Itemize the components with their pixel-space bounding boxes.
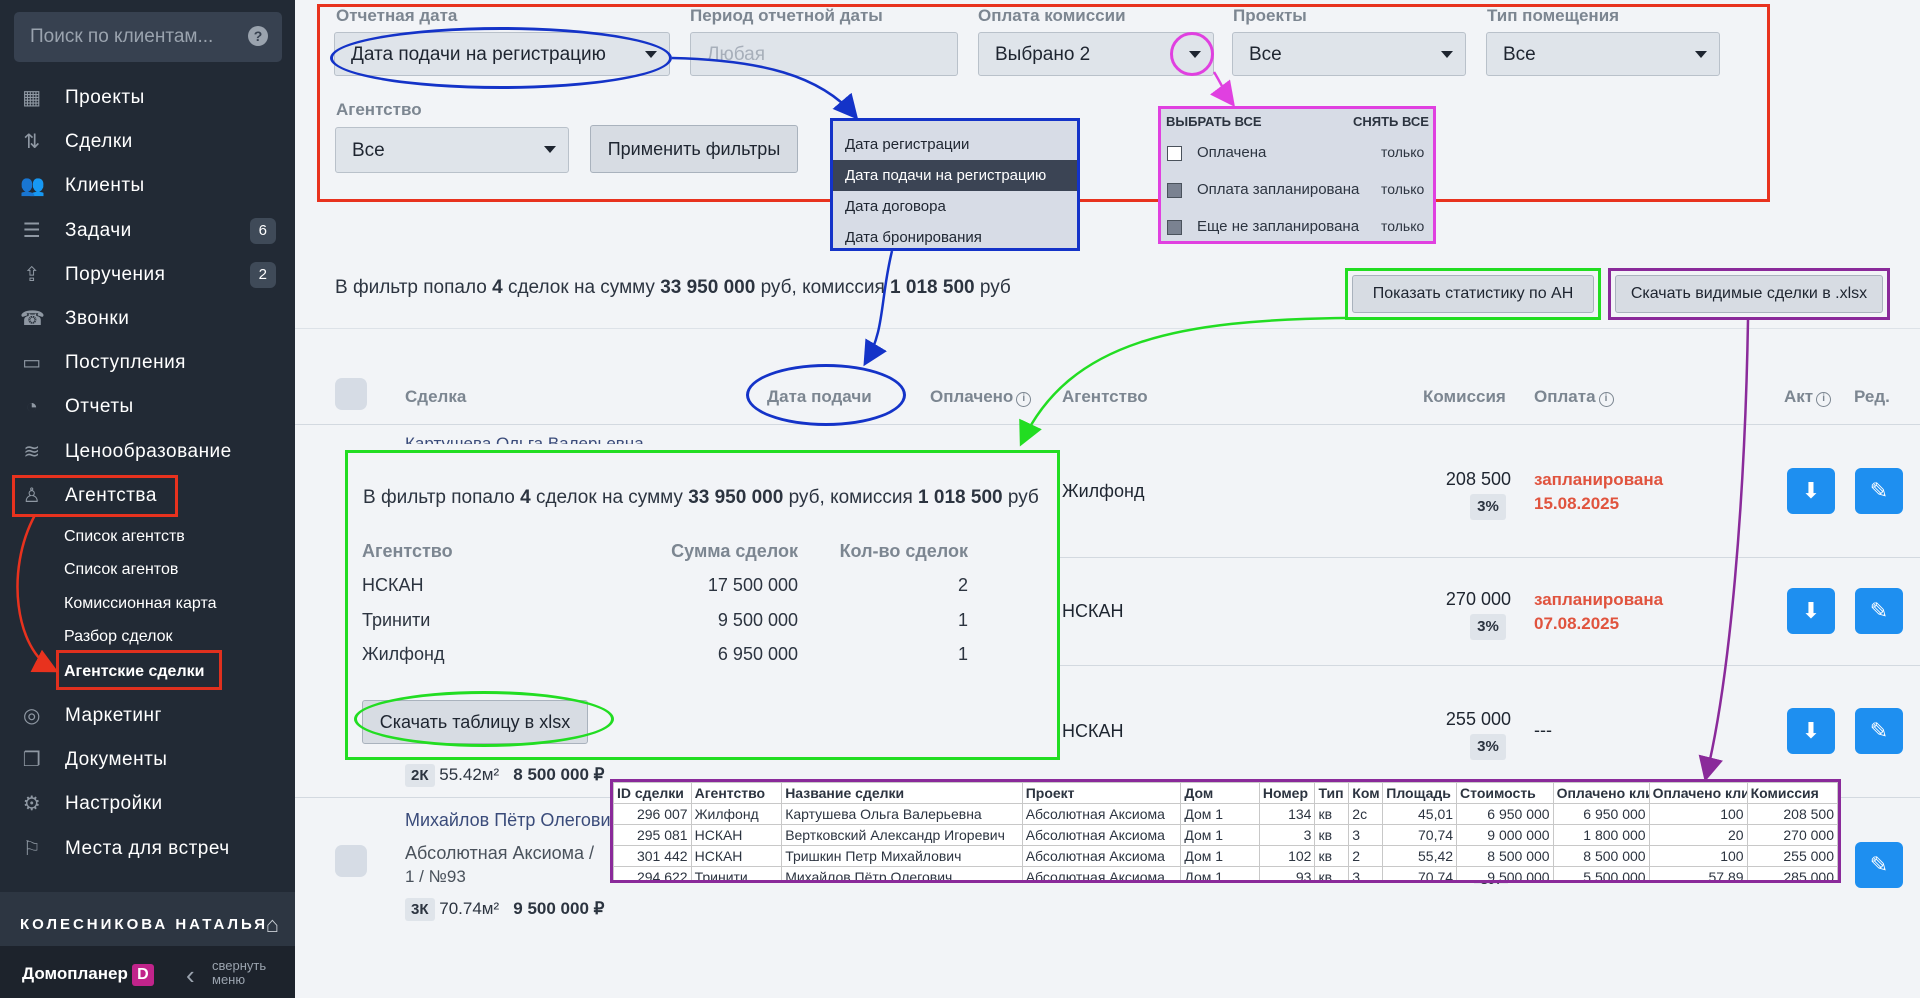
- annotation-arrows: [16, 56, 1750, 782]
